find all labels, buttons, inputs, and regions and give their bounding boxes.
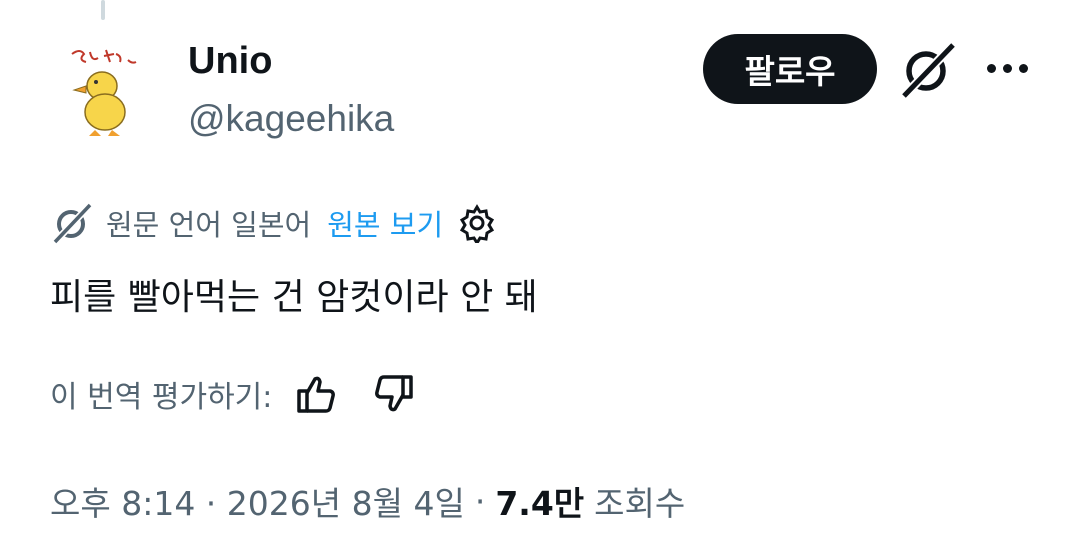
- grok-translate-icon: [53, 203, 92, 244]
- thumbs-down-icon[interactable]: [370, 371, 416, 417]
- follow-button[interactable]: 팔로우: [703, 34, 877, 104]
- author-handle[interactable]: @kageehika: [188, 98, 394, 140]
- tweet-meta-row: 오후 8:14 · 2026년 8월 4일 · 7.4만 조회수: [50, 476, 685, 526]
- source-language-text: 원문 언어 일본어: [106, 208, 312, 242]
- thumbs-up-icon[interactable]: [294, 371, 340, 417]
- avatar[interactable]: [50, 36, 160, 146]
- translation-info-row: 원문 언어 일본어 원본 보기: [50, 198, 497, 248]
- rate-translation-row: 이 번역 평가하기:: [50, 368, 416, 420]
- duck-avatar-image: [50, 36, 160, 146]
- tweet-text: 피를 빨아먹는 건 암컷이라 안 돼: [50, 277, 538, 318]
- show-original-link[interactable]: 원본 보기: [327, 202, 443, 244]
- author-name[interactable]: Unio: [188, 40, 272, 83]
- grok-icon[interactable]: [898, 40, 958, 100]
- rate-translation-label: 이 번역 평가하기:: [50, 380, 273, 415]
- views-count: 7.4만: [495, 484, 585, 523]
- gear-icon[interactable]: [457, 203, 497, 243]
- thread-connector-line: [101, 0, 105, 20]
- more-options-icon[interactable]: [983, 52, 1031, 86]
- views-label: 조회수: [594, 484, 686, 523]
- tweet-timestamp[interactable]: 오후 8:14 · 2026년 8월 4일: [50, 477, 465, 525]
- meta-separator: ·: [474, 481, 486, 521]
